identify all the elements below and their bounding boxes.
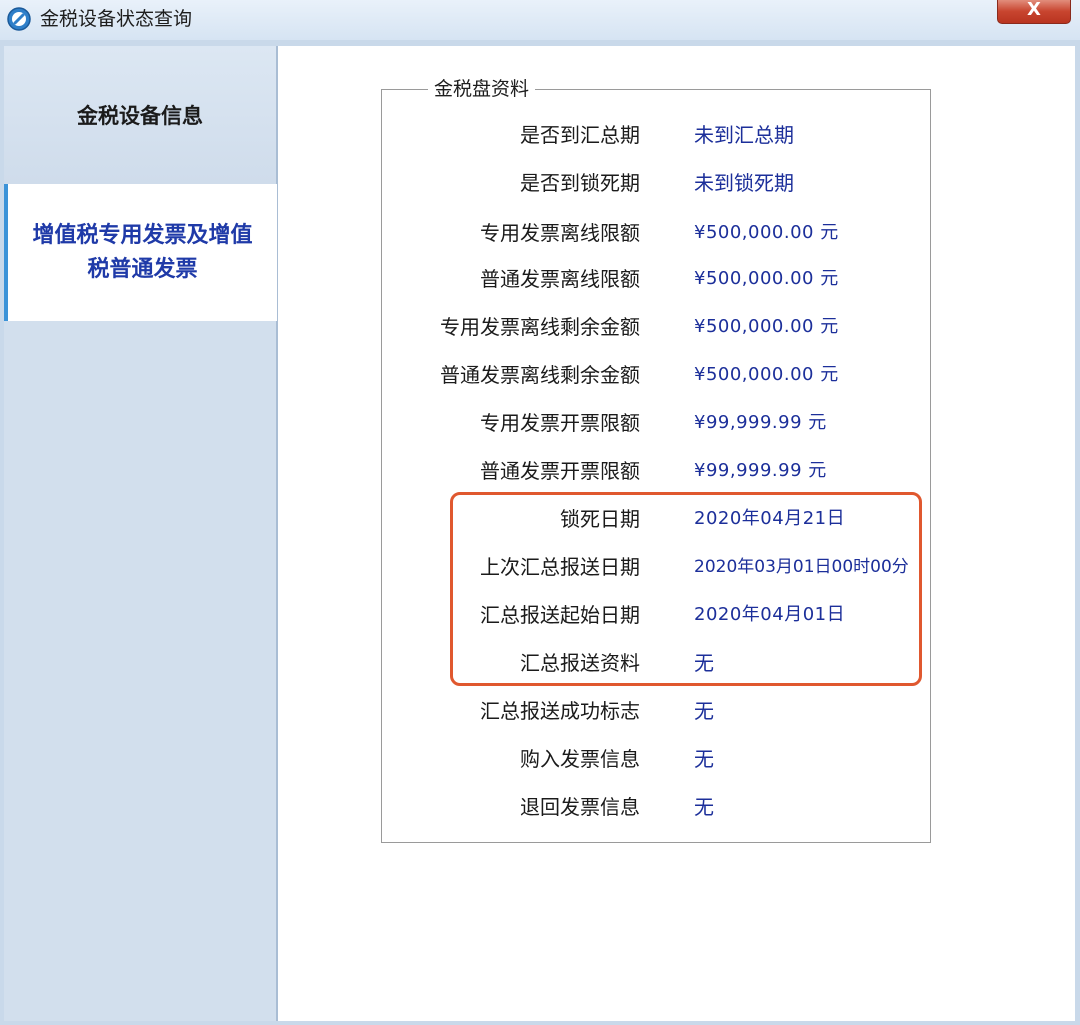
highlight-annotation-box: [450, 492, 922, 686]
row-value: 无: [694, 696, 714, 726]
group-legend: 金税盘资料: [428, 77, 535, 101]
info-row: 退回发票信息 无: [382, 792, 930, 822]
close-icon: X: [998, 0, 1070, 20]
row-label: 普通发票离线限额: [480, 264, 640, 294]
row-label: 是否到锁死期: [520, 168, 640, 198]
row-value: ¥99,999.99 元: [694, 456, 827, 486]
info-row: 专用发票离线限额 ¥500,000.00 元: [382, 218, 930, 248]
row-value: ¥500,000.00 元: [694, 218, 839, 248]
row-label: 专用发票离线限额: [480, 218, 640, 248]
row-value: ¥500,000.00 元: [694, 360, 839, 390]
row-label: 是否到汇总期: [520, 120, 640, 150]
tab-device-info-label: 金税设备信息: [77, 100, 203, 130]
row-label: 专用发票开票限额: [480, 408, 640, 438]
info-row: 汇总报送成功标志 无: [382, 696, 930, 726]
info-row: 购入发票信息 无: [382, 744, 930, 774]
info-row: 普通发票离线剩余金额 ¥500,000.00 元: [382, 360, 930, 390]
info-row: 是否到锁死期 未到锁死期: [382, 168, 930, 198]
row-label: 退回发票信息: [520, 792, 640, 822]
tab-vat-invoices[interactable]: 增值税专用发票及增值税普通发票: [4, 184, 277, 321]
window-title: 金税设备状态查询: [40, 6, 192, 32]
tax-disk-info-group: 金税盘资料 是否到汇总期 未到汇总期 是否到锁死期 未到锁死期 专用发票离线限额…: [381, 89, 931, 843]
info-row: 专用发票开票限额 ¥99,999.99 元: [382, 408, 930, 438]
row-value: 未到锁死期: [694, 168, 794, 198]
row-value: 无: [694, 792, 714, 822]
tab-device-info[interactable]: 金税设备信息: [4, 46, 276, 185]
row-label: 汇总报送成功标志: [480, 696, 640, 726]
row-value: ¥500,000.00 元: [694, 264, 839, 294]
row-label: 普通发票开票限额: [480, 456, 640, 486]
row-value: 无: [694, 744, 714, 774]
app-logo-icon: [6, 6, 32, 32]
row-label: 普通发票离线剩余金额: [440, 360, 640, 390]
title-bar: 金税设备状态查询 X: [0, 0, 1080, 41]
sidebar: 金税设备信息 增值税专用发票及增值税普通发票: [4, 46, 277, 1021]
row-label: 购入发票信息: [520, 744, 640, 774]
row-value: ¥99,999.99 元: [694, 408, 827, 438]
row-value: ¥500,000.00 元: [694, 312, 839, 342]
row-value: 未到汇总期: [694, 120, 794, 150]
row-label: 专用发票离线剩余金额: [440, 312, 640, 342]
info-row: 是否到汇总期 未到汇总期: [382, 120, 930, 150]
info-row: 专用发票离线剩余金额 ¥500,000.00 元: [382, 312, 930, 342]
info-row: 普通发票开票限额 ¥99,999.99 元: [382, 456, 930, 486]
info-row: 普通发票离线限额 ¥500,000.00 元: [382, 264, 930, 294]
close-button[interactable]: X: [997, 0, 1071, 24]
tab-vat-invoices-label: 增值税专用发票及增值税普通发票: [22, 219, 263, 287]
